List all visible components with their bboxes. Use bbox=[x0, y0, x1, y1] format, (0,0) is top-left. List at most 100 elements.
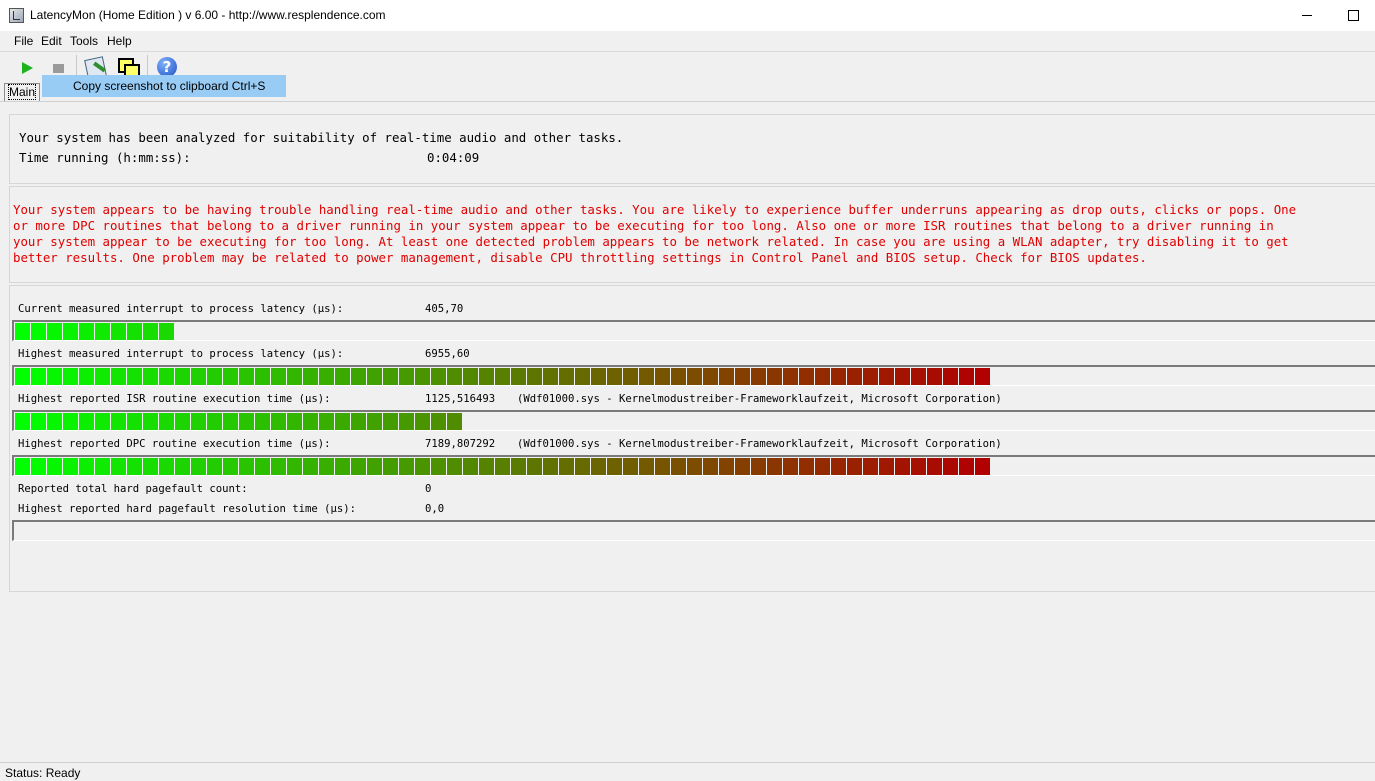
menu-tools[interactable]: Tools bbox=[70, 34, 98, 48]
meter-segment bbox=[831, 458, 846, 475]
tab-main[interactable]: Main bbox=[4, 83, 41, 102]
warning-message: Your system appears to be having trouble… bbox=[13, 202, 1375, 266]
meter-segment bbox=[511, 368, 526, 385]
maximize-button[interactable] bbox=[1330, 0, 1375, 31]
menu-help[interactable]: Help bbox=[107, 34, 132, 48]
meter-segment bbox=[191, 458, 206, 475]
menu-file[interactable]: File bbox=[14, 34, 33, 48]
meter-segment bbox=[815, 458, 830, 475]
meter-segment bbox=[287, 368, 302, 385]
meter-segment bbox=[607, 458, 622, 475]
warning-line: your system appear to be executing for t… bbox=[13, 234, 1289, 249]
time-running-label: Time running (h:mm:ss): bbox=[19, 150, 191, 165]
tab-main-label: Main bbox=[7, 84, 37, 100]
meter-segment bbox=[175, 368, 190, 385]
meter-segment bbox=[975, 458, 990, 475]
meter-segment bbox=[415, 458, 430, 475]
meter-segment bbox=[479, 368, 494, 385]
meter-segment bbox=[799, 458, 814, 475]
meter-segment bbox=[351, 368, 366, 385]
time-running-value: 0:04:09 bbox=[427, 150, 480, 165]
meter-segment bbox=[719, 368, 734, 385]
meter-segment bbox=[95, 413, 110, 430]
meter-segment bbox=[351, 413, 366, 430]
meter-segment bbox=[143, 368, 158, 385]
meter-segment bbox=[319, 458, 334, 475]
play-icon[interactable] bbox=[15, 56, 39, 80]
meter-segment bbox=[47, 458, 62, 475]
summary-panel bbox=[9, 114, 1375, 184]
meter-segment bbox=[799, 368, 814, 385]
meter-segment bbox=[639, 458, 654, 475]
meter-segment bbox=[271, 458, 286, 475]
meter-segment bbox=[911, 458, 926, 475]
meter-segment bbox=[847, 368, 862, 385]
menu-edit[interactable]: Edit bbox=[41, 34, 62, 48]
meter-segment bbox=[159, 323, 174, 340]
meter-segment bbox=[287, 458, 302, 475]
meter-segment bbox=[655, 458, 670, 475]
meter-segment bbox=[47, 413, 62, 430]
meter-segment bbox=[511, 458, 526, 475]
meter-segment bbox=[671, 458, 686, 475]
meter-segment bbox=[383, 458, 398, 475]
meter-segment bbox=[255, 413, 270, 430]
minimize-button[interactable] bbox=[1284, 0, 1330, 31]
meter-segment bbox=[607, 368, 622, 385]
meter-segment bbox=[351, 458, 366, 475]
meter-segment bbox=[319, 413, 334, 430]
highest-latency-value: 6955,60 bbox=[425, 348, 470, 360]
meter-segment bbox=[399, 458, 414, 475]
meter-segment bbox=[303, 458, 318, 475]
meter-segment bbox=[95, 458, 110, 475]
dpc-time-meter bbox=[12, 455, 1375, 476]
meter-segment bbox=[879, 368, 894, 385]
meter-segment bbox=[895, 368, 910, 385]
meter-segment bbox=[111, 458, 126, 475]
meter-segment bbox=[527, 368, 542, 385]
meter-segment bbox=[367, 413, 382, 430]
meter-segment bbox=[63, 368, 78, 385]
meter-segment bbox=[591, 368, 606, 385]
warning-line: better results. One problem may be relat… bbox=[13, 250, 1147, 265]
meter-segment bbox=[191, 413, 206, 430]
meter-segment bbox=[159, 413, 174, 430]
meter-segment bbox=[255, 458, 270, 475]
meter-segment bbox=[383, 368, 398, 385]
highest-latency-label: Highest measured interrupt to process la… bbox=[18, 348, 344, 360]
isr-driver-info: (Wdf01000.sys - Kernelmodustreiber-Frame… bbox=[517, 393, 1002, 405]
meter-segment bbox=[15, 368, 30, 385]
meter-segment bbox=[879, 458, 894, 475]
meter-segment bbox=[15, 323, 30, 340]
meter-segment bbox=[959, 368, 974, 385]
meter-segment bbox=[15, 413, 30, 430]
meter-segment bbox=[127, 413, 142, 430]
meter-segment bbox=[559, 368, 574, 385]
warning-line: or more DPC routines that belong to a dr… bbox=[13, 218, 1274, 233]
meter-segment bbox=[287, 413, 302, 430]
meter-segment bbox=[783, 368, 798, 385]
meter-segment bbox=[79, 458, 94, 475]
menu-bar: File Edit Tools Help bbox=[0, 32, 1375, 50]
meter-segment bbox=[303, 368, 318, 385]
meter-segment bbox=[687, 458, 702, 475]
meter-segment bbox=[399, 413, 414, 430]
meter-segment bbox=[543, 458, 558, 475]
meter-segment bbox=[623, 458, 638, 475]
meter-segment bbox=[79, 368, 94, 385]
meter-segment bbox=[975, 368, 990, 385]
meter-segment bbox=[367, 458, 382, 475]
meter-segment bbox=[63, 458, 78, 475]
meter-segment bbox=[111, 368, 126, 385]
meter-segment bbox=[751, 368, 766, 385]
meter-segment bbox=[95, 323, 110, 340]
meter-segment bbox=[655, 368, 670, 385]
meter-segment bbox=[495, 458, 510, 475]
meter-segment bbox=[447, 458, 462, 475]
meter-segment bbox=[127, 368, 142, 385]
meter-segment bbox=[911, 368, 926, 385]
meter-segment bbox=[271, 368, 286, 385]
window-title: LatencyMon (Home Edition ) v 6.00 - http… bbox=[30, 8, 386, 22]
meter-segment bbox=[639, 368, 654, 385]
meter-segment bbox=[735, 368, 750, 385]
